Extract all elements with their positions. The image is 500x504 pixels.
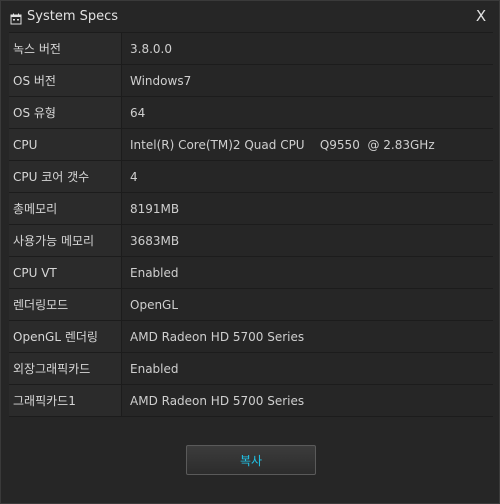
spec-row: OS 유형 64 [9,97,493,129]
spec-value: Enabled [122,257,493,288]
spec-value: 3.8.0.0 [122,33,493,64]
spec-row: OpenGL 렌더링 AMD Radeon HD 5700 Series [9,321,493,353]
spec-key: 사용가능 메모리 [9,225,122,256]
spec-key: 그래픽카드1 [9,385,122,416]
spec-value: Windows7 [122,65,493,96]
spec-row: 외장그래픽카드 Enabled [9,353,493,385]
specs-table: 녹스 버전 3.8.0.0 OS 버전 Windows7 OS 유형 64 CPU Intel… [9,32,493,417]
spec-value: Intel(R) Core(TM)2 Quad CPU Q9550 @ 2.83… [122,129,493,160]
spec-key: 외장그래픽카드 [9,353,122,384]
system-specs-window: System Specs X 녹스 버전 3.8.0.0 OS 버전 Windows7… [0,0,500,504]
spec-row: CPU 코어 갯수 4 [9,161,493,193]
spec-row: 총메모리 8191MB [9,193,493,225]
spec-row: CPU VT Enabled [9,257,493,289]
spec-value: 64 [122,97,493,128]
spec-row: 그래픽카드1 AMD Radeon HD 5700 Series [9,385,493,417]
spec-row: OS 버전 Windows7 [9,65,493,97]
spec-key: OS 유형 [9,97,122,128]
spec-key: CPU VT [9,257,122,288]
spec-row: 녹스 버전 3.8.0.0 [9,33,493,65]
copy-button[interactable]: 복사 [186,445,316,475]
spec-key: 렌더링모드 [9,289,122,320]
spec-value: AMD Radeon HD 5700 Series [122,385,493,416]
spec-row: 렌더링모드 OpenGL [9,289,493,321]
spec-key: CPU [9,129,122,160]
spec-key: CPU 코어 갯수 [9,161,122,192]
spec-row: CPU Intel(R) Core(TM)2 Quad CPU Q9550 @ 2… [9,129,493,161]
spec-key: 녹스 버전 [9,33,122,64]
spec-key: 총메모리 [9,193,122,224]
spec-row: 사용가능 메모리 3683MB [9,225,493,257]
window-title: System Specs [27,8,119,24]
spec-value: OpenGL [122,289,493,320]
spec-key: OS 버전 [9,65,122,96]
title-bar[interactable]: System Specs [1,1,499,31]
spec-value: 4 [122,161,493,192]
spec-value: 8191MB [122,193,493,224]
calendar-icon [10,10,22,25]
close-icon[interactable]: X [473,7,489,25]
spec-key: OpenGL 렌더링 [9,321,122,352]
spec-value: Enabled [122,353,493,384]
spec-value: 3683MB [122,225,493,256]
spec-value: AMD Radeon HD 5700 Series [122,321,493,352]
